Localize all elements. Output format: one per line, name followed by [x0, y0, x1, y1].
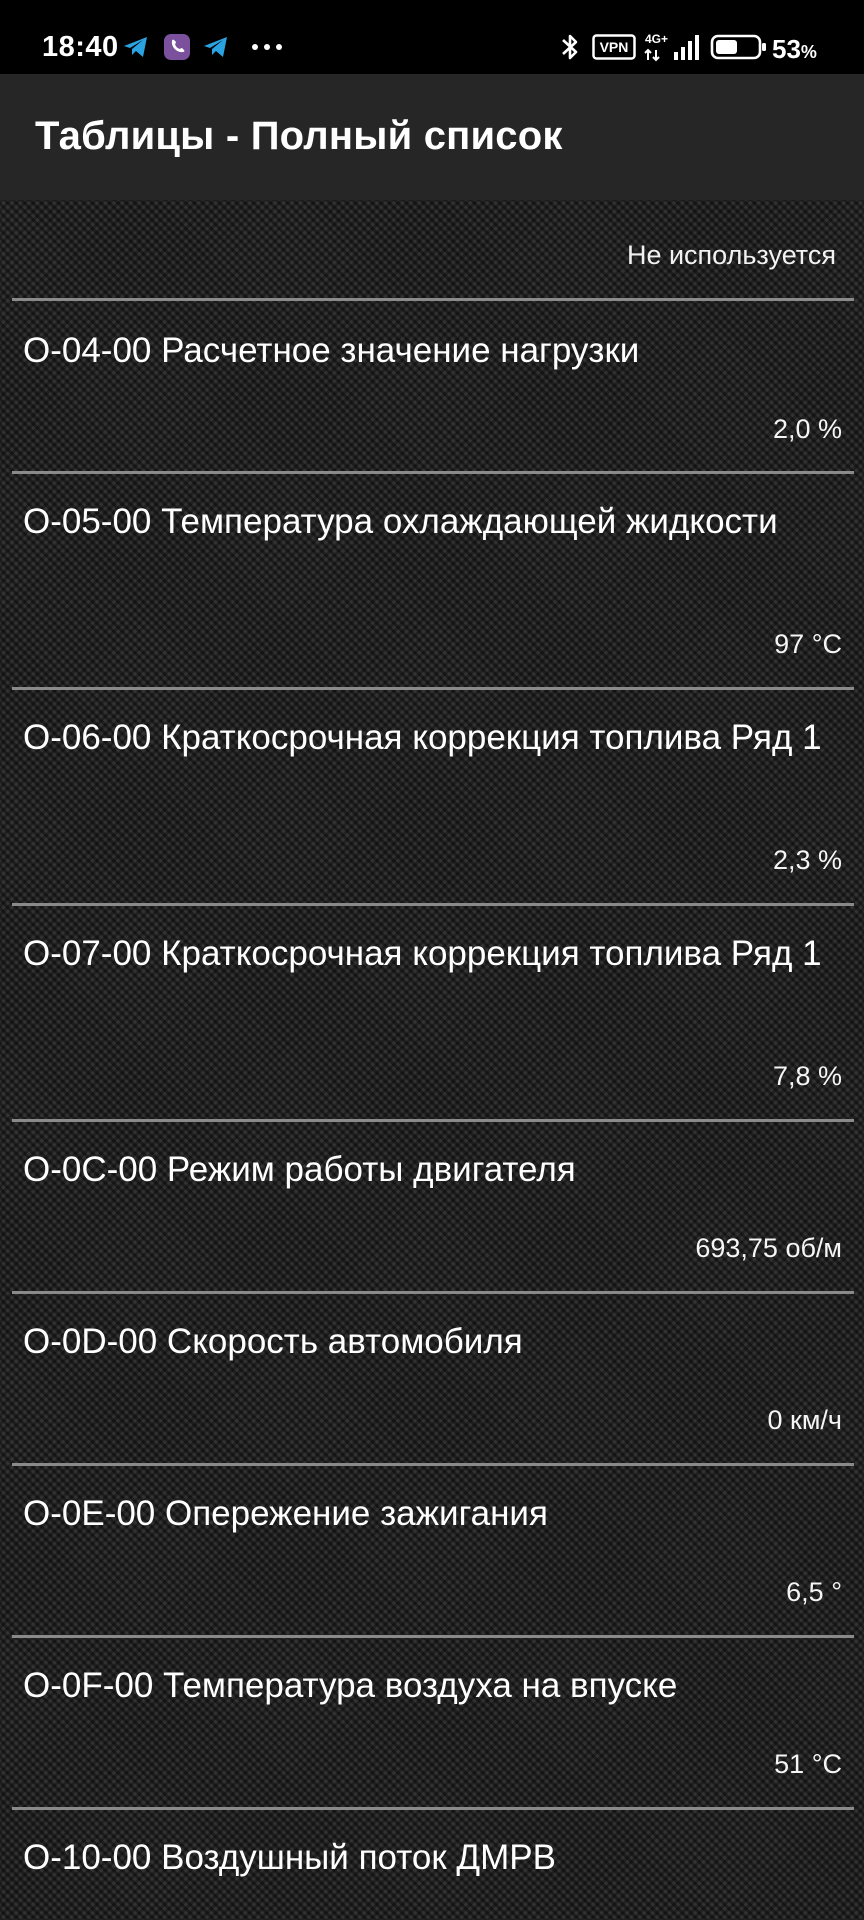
list-item-value: 2,3 %	[772, 845, 842, 875]
signal-4g-icon: 4G+	[644, 32, 702, 62]
screen: 18:40 VPN 4G+ 53% Таблицы - Полный списо…	[0, 0, 864, 1920]
list-item-title: O-0E-00 Опережение зажигания	[23, 1494, 548, 1533]
list-item-title: O-0D-00 Скорость автомобиля	[23, 1322, 523, 1361]
list-item-title: O-06-00 Краткосрочная коррекция топлива …	[23, 718, 822, 757]
list-item-value: 0 км/ч	[767, 1405, 842, 1435]
parameter-list[interactable]: Не используется O-04-00 Расчетное значен…	[0, 200, 864, 1920]
list-item[interactable]: O-10-00 Воздушный поток ДМРВ	[0, 1810, 864, 1920]
list-item[interactable]: O-04-00 Расчетное значение нагрузки 2,0 …	[0, 301, 864, 471]
list-item[interactable]: O-0E-00 Опережение зажигания 6,5 °	[0, 1466, 864, 1635]
list-item-value: 97 °C	[774, 629, 842, 659]
network-label: 4G+	[645, 32, 668, 46]
status-bar: 18:40 VPN 4G+ 53%	[0, 0, 864, 74]
list-item[interactable]: O-0D-00 Скорость автомобиля 0 км/ч	[0, 1294, 864, 1463]
list-item-title: O-0C-00 Режим работы двигателя	[23, 1150, 576, 1189]
battery-percent: 53%	[772, 34, 817, 65]
list-item-value: 7,8 %	[772, 1061, 842, 1091]
list-item-title: O-10-00 Воздушный поток ДМРВ	[23, 1838, 556, 1877]
app-bar: Таблицы - Полный список	[0, 74, 864, 200]
list-item-value: 51 °C	[774, 1749, 842, 1779]
list-item-title: O-05-00 Температура охлаждающей жидкости	[23, 502, 778, 541]
list-header-value: Не используется	[626, 240, 836, 270]
status-time: 18:40	[42, 31, 119, 63]
battery-percent-value: 53	[772, 34, 801, 64]
more-notifications-icon	[250, 32, 284, 62]
list-item-title: O-04-00 Расчетное значение нагрузки	[23, 331, 640, 370]
list-item-value: 6,5 °	[786, 1577, 842, 1607]
page-title: Таблицы - Полный список	[35, 114, 563, 158]
telegram-icon	[122, 32, 150, 62]
bluetooth-icon	[558, 32, 582, 62]
viber-icon	[162, 32, 192, 62]
list-item[interactable]: O-06-00 Краткосрочная коррекция топлива …	[0, 690, 864, 903]
list-item[interactable]: O-07-00 Краткосрочная коррекция топлива …	[0, 906, 864, 1119]
list-item[interactable]: O-05-00 Температура охлаждающей жидкости…	[0, 474, 864, 687]
telegram-icon	[202, 32, 230, 62]
vpn-label: VPN	[600, 39, 629, 55]
list-item-value: 693,75 об/м	[695, 1233, 842, 1263]
battery-percent-unit: %	[800, 42, 817, 62]
list-item[interactable]: O-0C-00 Режим работы двигателя 693,75 об…	[0, 1122, 864, 1291]
list-item-title: O-07-00 Краткосрочная коррекция топлива …	[23, 934, 822, 973]
vpn-icon: VPN	[592, 32, 636, 62]
list-item-title: O-0F-00 Температура воздуха на впуске	[23, 1666, 678, 1705]
battery-icon	[710, 32, 768, 62]
list-item[interactable]: O-0F-00 Температура воздуха на впуске 51…	[0, 1638, 864, 1807]
list-item-value: 2,0 %	[772, 414, 842, 444]
